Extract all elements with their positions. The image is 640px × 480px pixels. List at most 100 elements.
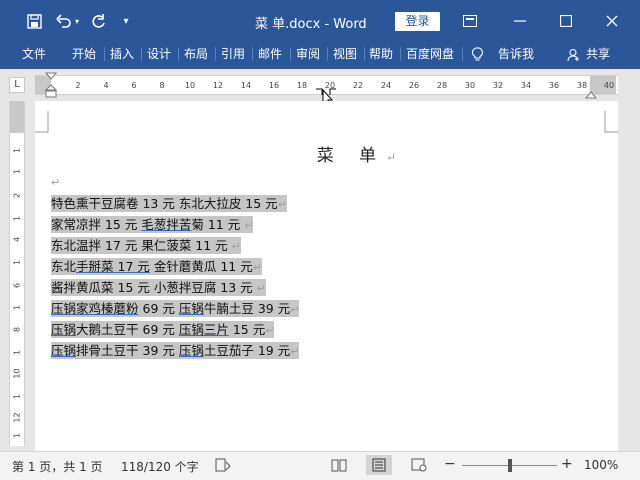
tab-baidu-netdisk[interactable]: 百度网盘 xyxy=(406,42,454,66)
paragraph-mark: ↵ xyxy=(290,303,300,316)
menu-text: 特色熏干豆腐卷 13 元 东北大拉皮 15 元 xyxy=(51,196,278,211)
document-title[interactable]: 菜 单↵ xyxy=(35,141,618,166)
menu-text: 金针蘑黄瓜 11 元 xyxy=(149,259,253,274)
tab-file[interactable]: 文件 xyxy=(22,42,46,66)
minimize-icon[interactable] xyxy=(505,8,535,34)
undo-icon[interactable] xyxy=(54,11,74,31)
zoom-slider-thumb[interactable] xyxy=(507,459,512,472)
tab-separator xyxy=(104,47,105,61)
ruler-tick: 1 xyxy=(12,304,22,311)
tab-selector[interactable]: L xyxy=(9,77,25,93)
paragraph-mark: ↵ xyxy=(231,240,241,253)
ruler-tick: 1 xyxy=(12,215,22,222)
menu-line[interactable]: 东北手掰菜 17 元 金针蘑黄瓜 11 元↵ xyxy=(51,256,299,277)
margin-corner-mark xyxy=(604,111,618,133)
ruler-tick: 12 xyxy=(212,81,224,90)
ruler-tick: 1 xyxy=(12,168,22,175)
ruler-tick: 4 xyxy=(103,81,109,90)
proofing-icon[interactable] xyxy=(214,457,232,473)
menu-text: 菊 11 元 xyxy=(191,217,245,232)
tab-layout[interactable]: 布局 xyxy=(184,42,208,66)
tab-help[interactable]: 帮助 xyxy=(369,42,393,66)
tab-separator xyxy=(141,47,142,61)
tab-design[interactable]: 设计 xyxy=(147,42,171,66)
tab-separator xyxy=(364,47,365,61)
tab-separator xyxy=(462,47,463,61)
vertical-ruler[interactable]: 1 1 2 1 4 1 6 1 8 1 10 1 12 1 xyxy=(9,101,25,446)
undo-dropdown-icon[interactable]: ▾ xyxy=(72,11,82,31)
page-count[interactable]: 第 1 页，共 1 页 xyxy=(12,458,103,475)
first-line-indent-marker-icon[interactable] xyxy=(44,72,58,102)
ruler-tick: 40 xyxy=(603,81,615,90)
customize-quick-access-icon[interactable]: ▾ xyxy=(118,11,134,31)
zoom-out-button[interactable]: − xyxy=(444,456,456,472)
ruler-tick: 16 xyxy=(268,81,280,90)
menu-line[interactable]: 家常凉拌 15 元 毛葱拌苦菊 11 元 ↵ xyxy=(51,214,299,235)
print-layout-icon[interactable] xyxy=(366,455,392,475)
ruler-tick: 32 xyxy=(492,81,504,90)
tab-separator xyxy=(400,47,401,61)
close-icon[interactable] xyxy=(597,8,627,34)
ruler-tick: 6 xyxy=(12,282,22,289)
ruler-tick: 1 xyxy=(12,259,22,266)
ruler-tick: 2 xyxy=(75,81,81,90)
tab-separator xyxy=(178,47,179,61)
document-page[interactable]: 菜 单↵ ↵ 特色熏干豆腐卷 13 元 东北大拉皮 15 元↵ 家常凉拌 15 元… xyxy=(35,101,618,451)
ruler-tick: 8 xyxy=(159,81,165,90)
tab-separator xyxy=(290,47,291,61)
selected-text: 家常凉拌 15 元 毛葱拌苦菊 11 元 ↵ xyxy=(51,216,254,233)
horizontal-ruler[interactable]: 2 4 6 8 10 12 14 16 18 20 22 24 26 28 30… xyxy=(35,72,618,107)
ruler-tick: 8 xyxy=(12,326,22,333)
tell-me-search[interactable]: 告诉我 xyxy=(498,42,534,66)
lightbulb-icon[interactable] xyxy=(471,42,484,66)
selected-text: 酱拌黄瓜菜 15 元 小葱拌豆腐 13 元 ↵ xyxy=(51,279,266,296)
share-icon[interactable] xyxy=(567,42,581,66)
menu-text: 土豆茄子 19 元 xyxy=(203,343,291,358)
selected-text: 东北手掰菜 17 元 金针蘑黄瓜 11 元↵ xyxy=(51,258,262,275)
selected-text: 东北温拌 17 元 果仁菠菜 11 元 ↵ xyxy=(51,237,241,254)
tab-mailings[interactable]: 邮件 xyxy=(258,42,282,66)
title-text: 菜 单 xyxy=(316,146,387,166)
menu-line[interactable]: 压锅排骨土豆干 39 元 压锅土豆茄子 19 元↵ xyxy=(51,340,300,361)
zoom-level[interactable]: 100% xyxy=(584,458,618,472)
web-layout-icon[interactable] xyxy=(410,457,428,473)
ruler-tick: 30 xyxy=(464,81,476,90)
read-mode-icon[interactable] xyxy=(330,457,348,473)
title-bar: ▾ ▾ 菜 单.docx - Word 登录 xyxy=(0,0,640,42)
tab-insert[interactable]: 插入 xyxy=(110,42,134,66)
status-bar: 第 1 页，共 1 页 118/120 个字 − + 100% xyxy=(0,451,640,480)
ruler-top-margin xyxy=(10,101,24,133)
paragraph-mark: ↵ xyxy=(244,219,254,232)
ruler-tick: 14 xyxy=(240,81,252,90)
window-title: 菜 单.docx - Word xyxy=(255,17,367,32)
redo-icon[interactable] xyxy=(88,11,108,31)
menu-text: 牛腩土豆 39 元 xyxy=(203,301,291,316)
save-icon[interactable] xyxy=(24,11,44,31)
word-count[interactable]: 118/120 个字 xyxy=(121,458,199,475)
maximize-icon[interactable] xyxy=(551,8,581,34)
menu-line[interactable]: 压锅家鸡榛蘑粉 69 元 压锅牛腩土豆 39 元↵ xyxy=(51,298,300,319)
ruler-tick: 22 xyxy=(352,81,364,90)
tab-view[interactable]: 视图 xyxy=(333,42,357,66)
ribbon-display-options-icon[interactable] xyxy=(455,8,485,34)
ruler-tick: 6 xyxy=(131,81,137,90)
menu-line[interactable]: 压锅大鹅土豆干 69 元 压锅三片 15 元↵ xyxy=(51,319,299,340)
paragraph-mark: ↵ xyxy=(265,324,275,337)
spelling-flagged-text: 压锅 xyxy=(51,322,77,337)
menu-list: 特色熏干豆腐卷 13 元 东北大拉皮 15 元↵ 家常凉拌 15 元 毛葱拌苦菊 … xyxy=(51,193,300,361)
login-button[interactable]: 登录 xyxy=(395,12,440,31)
paragraph-mark: ↵ xyxy=(252,261,262,274)
tab-home[interactable]: 开始 xyxy=(72,42,96,66)
ruler-tick: 1 xyxy=(12,432,22,439)
menu-line[interactable]: 特色熏干豆腐卷 13 元 东北大拉皮 15 元↵ xyxy=(51,193,299,214)
zoom-in-button[interactable]: + xyxy=(561,456,573,472)
tab-review[interactable]: 审阅 xyxy=(296,42,320,66)
share-button[interactable]: 共享 xyxy=(586,42,610,66)
margin-corner-mark xyxy=(35,111,49,133)
tab-references[interactable]: 引用 xyxy=(221,42,245,66)
spelling-flagged-text: 压锅 xyxy=(51,343,77,358)
menu-text: 大鹅土豆干 69 元 xyxy=(76,322,179,337)
ruler-tick: 1 xyxy=(12,147,22,154)
menu-line[interactable]: 酱拌黄瓜菜 15 元 小葱拌豆腐 13 元 ↵ xyxy=(51,277,299,298)
menu-line[interactable]: 东北温拌 17 元 果仁菠菜 11 元 ↵ xyxy=(51,235,299,256)
